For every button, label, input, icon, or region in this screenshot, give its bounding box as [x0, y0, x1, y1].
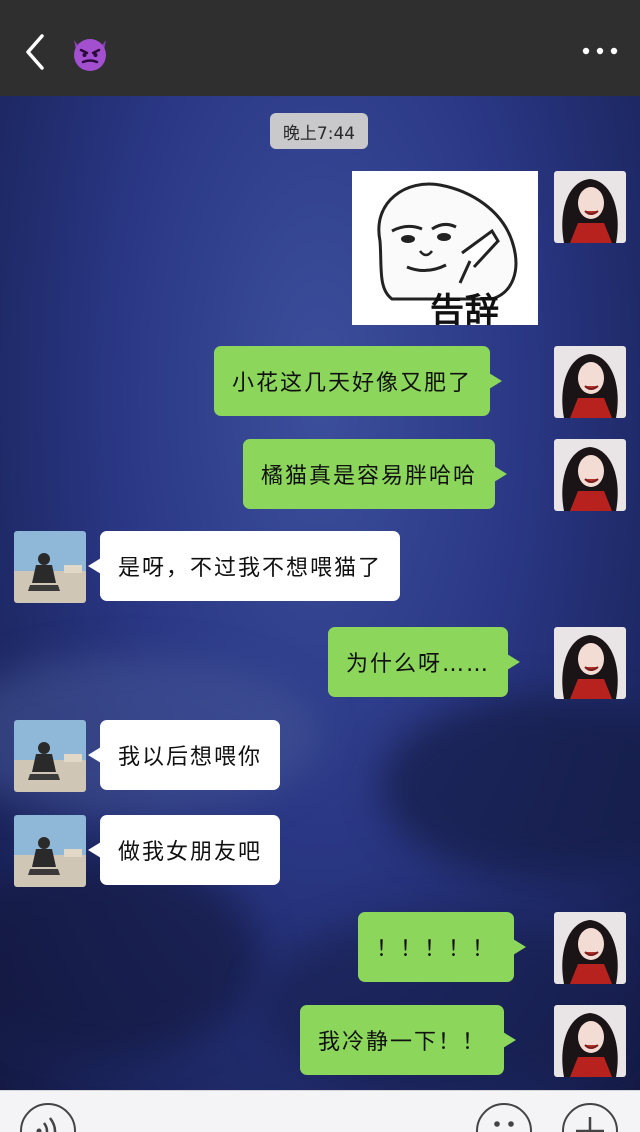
message-bubble-received[interactable]: 做我女朋友吧	[87, 815, 281, 885]
my-avatar[interactable]	[554, 912, 626, 984]
message-bubble-sent[interactable]: 我冷静一下！！	[300, 1005, 517, 1075]
anime-girl-avatar-image	[554, 627, 626, 699]
person-sitting-avatar-image	[14, 531, 86, 603]
friend-avatar[interactable]	[14, 815, 86, 887]
message-bubble-sent[interactable]: ！！！！！	[358, 912, 527, 982]
friend-avatar[interactable]	[14, 720, 86, 792]
smiling-devil-emoji-icon	[68, 30, 112, 74]
input-toolbar	[0, 1090, 640, 1132]
chat-header	[0, 0, 640, 96]
more-options-button[interactable]	[580, 36, 620, 66]
anime-girl-avatar-image	[554, 346, 626, 418]
my-avatar[interactable]	[554, 627, 626, 699]
anime-girl-avatar-image	[554, 1005, 626, 1077]
my-avatar[interactable]	[554, 1005, 626, 1077]
message-bubble-received[interactable]: 是呀，不过我不想喂猫了	[87, 531, 401, 601]
anime-girl-avatar-image	[554, 912, 626, 984]
plus-icon	[576, 1117, 604, 1132]
emoji-button[interactable]	[476, 1103, 532, 1132]
chat-screen: 晚上7:44 告辞 小花这几天好像又肥了 橘猫真是容易胖哈哈 是呀，不过我不想喂…	[0, 0, 640, 1132]
sticker-message[interactable]: 告辞	[352, 171, 538, 325]
voice-button[interactable]	[20, 1103, 76, 1132]
message-bubble-sent[interactable]: 小花这几天好像又肥了	[214, 346, 503, 416]
sticker-caption: 告辞	[430, 291, 500, 325]
voice-icon	[36, 1117, 57, 1132]
my-avatar[interactable]	[554, 439, 626, 511]
more-dots-icon	[582, 47, 618, 55]
more-functions-button[interactable]	[562, 1103, 618, 1132]
person-sitting-avatar-image	[14, 815, 86, 887]
message-timestamp: 晚上7:44	[270, 113, 368, 149]
person-sitting-avatar-image	[14, 720, 86, 792]
message-bubble-received[interactable]: 我以后想喂你	[87, 720, 281, 790]
anime-girl-avatar-image	[554, 439, 626, 511]
my-avatar[interactable]	[554, 346, 626, 418]
message-bubble-sent[interactable]: 为什么呀……	[328, 627, 521, 697]
emoji-icon	[494, 1121, 514, 1127]
message-bubble-sent[interactable]: 橘猫真是容易胖哈哈	[243, 439, 508, 509]
chevron-left-icon	[26, 34, 44, 70]
friend-avatar[interactable]	[14, 531, 86, 603]
my-avatar[interactable]	[554, 171, 626, 243]
back-button[interactable]	[18, 30, 54, 74]
anime-girl-avatar-image	[554, 171, 626, 243]
